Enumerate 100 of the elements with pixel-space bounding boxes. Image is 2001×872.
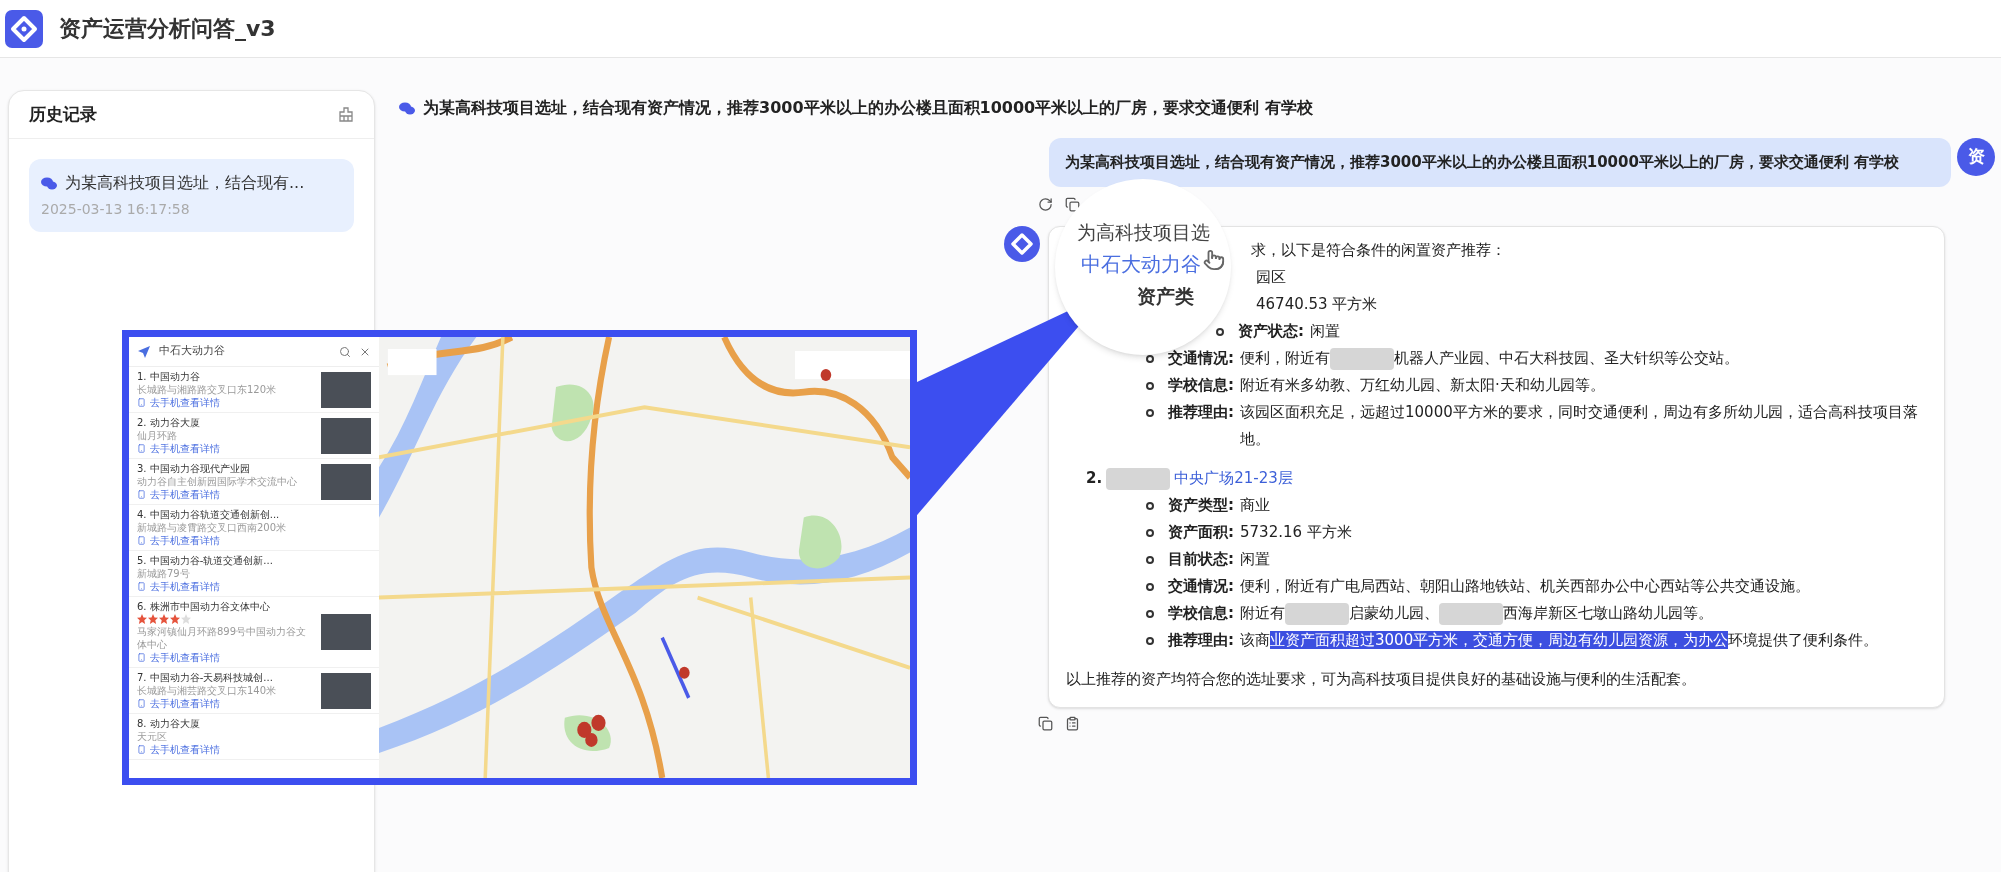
details-link[interactable]: 去手机查看详情: [150, 697, 220, 710]
field-label: 资产类型:: [1168, 495, 1234, 516]
field-label: 资产面积:: [1168, 522, 1234, 543]
magnified-label: 资产类: [1137, 284, 1194, 309]
phone-icon: [137, 444, 146, 453]
result-address: 仙月环路: [137, 429, 178, 442]
answer-intro: 求，以下是符合条件的闲置资产推荐：: [1251, 240, 1506, 261]
field-value: 环境提供了便利条件。: [1728, 631, 1879, 649]
bullet-icon: [1146, 529, 1154, 537]
field-label: 目前状态:: [1168, 549, 1234, 570]
bullet-icon: [1146, 583, 1154, 591]
field-value: 闲置: [1240, 550, 1270, 568]
field-value: 闲置: [1310, 322, 1340, 340]
result-address: 动力谷自主创新园国际学术交流中心: [137, 475, 298, 488]
field-label: 资产状态:: [1238, 321, 1304, 342]
result-address: 新城路与凌霄路交叉口西南200米: [137, 521, 288, 534]
result-title[interactable]: 7. 中国动力谷-天易科技城创...: [137, 671, 313, 684]
details-link[interactable]: 去手机查看详情: [150, 580, 220, 593]
clipboard-icon[interactable]: [1065, 716, 1080, 731]
chat-bubbles-icon: [399, 101, 415, 115]
paper-plane-icon: [137, 344, 151, 359]
field-label: 交通情况:: [1168, 576, 1234, 597]
assistant-avatar-icon: [1004, 226, 1040, 262]
result-address: 长城路与湘路路交叉口东120米: [137, 383, 278, 396]
bullet-icon: [1146, 637, 1154, 645]
result-title[interactable]: 3. 中国动力谷现代产业园: [137, 462, 313, 475]
result-title[interactable]: 1. 中国动力谷: [137, 370, 313, 383]
field-label: 交通情况:: [1168, 348, 1234, 369]
phone-icon: [137, 582, 146, 591]
refresh-icon[interactable]: [1038, 197, 1053, 212]
answer-closing: 以上推荐的资产均符合您的选址要求，可为高科技项目提供良好的基础设施与便利的生活配套。: [1066, 669, 1697, 690]
result-address: 新城路79号: [137, 567, 191, 580]
result-title[interactable]: 8. 动力谷大厦: [137, 717, 371, 730]
field-value: 该商: [1240, 631, 1270, 649]
map-search-field[interactable]: 中石大动力谷: [129, 337, 379, 367]
history-item[interactable]: 为某高科技项目选址，结合现有... 2025-03-13 16:17:58: [29, 159, 354, 232]
result-address: 长城路与湘芸路交叉口东140米: [137, 684, 278, 697]
redaction-block: [1106, 467, 1171, 490]
star-icon: [159, 614, 169, 624]
field-label: 学校信息:: [1168, 375, 1234, 396]
bullet-icon: [1146, 610, 1154, 618]
user-avatar: 资: [1957, 138, 1995, 176]
search-icon[interactable]: [339, 345, 351, 358]
phone-icon: [137, 490, 146, 499]
app-title: 资产运营分析问答_v3: [59, 15, 276, 43]
user-message: 为某高科技项目选址，结合现有资产情况，推荐3000平米以上的办公楼且面积10000平米以上的厂房，要求交通便利 有学校: [1049, 138, 1951, 187]
star-icon: [181, 614, 191, 624]
copy-icon[interactable]: [1038, 716, 1053, 731]
field-value: 机器人产业园、中石大科技园、圣大针织等公交站。: [1394, 349, 1739, 367]
field-value: 商业: [1240, 496, 1270, 514]
field-value: 便利，附近有: [1240, 349, 1330, 367]
field-value: 园区: [1256, 268, 1286, 286]
details-link[interactable]: 去手机查看详情: [150, 534, 220, 547]
result-title[interactable]: 4. 中国动力谷轨道交通创新创...: [137, 508, 371, 521]
redaction-block: [1285, 602, 1349, 625]
chat-bubbles-icon: [41, 176, 57, 190]
result-title[interactable]: 5. 中国动力谷-轨道交通创新...: [137, 554, 371, 567]
result-title[interactable]: 6. 株洲市中国动力谷文体中心: [137, 600, 313, 613]
asset-link[interactable]: 中央广场21-23层: [1174, 465, 1293, 492]
phone-icon: [137, 653, 146, 662]
field-label: 推荐理由:: [1168, 630, 1234, 651]
phone-icon: [137, 745, 146, 754]
broom-icon[interactable]: [338, 106, 354, 123]
redaction-block: [1330, 347, 1394, 370]
details-link[interactable]: 去手机查看详情: [150, 488, 220, 501]
details-link[interactable]: 去手机查看详情: [150, 442, 220, 455]
field-label: 学校信息:: [1168, 603, 1234, 624]
app-logo-icon: [5, 9, 43, 48]
field-value: 该园区面积充足，远超过10000平方米的要求，同时交通便利，周边有多所幼儿园，适合高科技项目落地。: [1240, 403, 1918, 448]
result-title[interactable]: 2. 动力谷大厦: [137, 416, 313, 429]
bullet-icon: [1146, 355, 1154, 363]
star-icon: [170, 614, 180, 624]
result-address: 天元区: [137, 730, 168, 743]
details-link[interactable]: 去手机查看详情: [150, 396, 220, 409]
details-link[interactable]: 去手机查看详情: [150, 743, 220, 756]
field-value: 附近有米多幼教、万红幼儿园、新太阳·天和幼儿园等。: [1240, 376, 1605, 394]
list-number: 2.: [1086, 468, 1103, 489]
field-value: 46740.53 平方米: [1256, 295, 1378, 313]
field-value: 5732.16 平方米: [1240, 523, 1352, 541]
bullet-icon: [1146, 502, 1154, 510]
history-item-time: 2025-03-13 16:17:58: [41, 200, 191, 219]
bullet-icon: [1216, 328, 1224, 336]
field-label: 推荐理由:: [1168, 402, 1234, 423]
copy-icon[interactable]: [1065, 197, 1080, 212]
phone-icon: [137, 699, 146, 708]
star-icon: [148, 614, 158, 624]
history-item-title: 为某高科技项目选址，结合现有...: [65, 172, 305, 194]
asset-link[interactable]: 中石大动力谷: [1077, 251, 1231, 277]
bullet-icon: [1146, 409, 1154, 417]
bullet-icon: [1146, 556, 1154, 564]
panel-title: 历史记录: [29, 102, 97, 126]
hand-pointer-icon: [1203, 249, 1225, 271]
redaction-block: [1439, 602, 1503, 625]
search-value: 中石大动力谷: [159, 343, 226, 360]
phone-icon: [137, 398, 146, 407]
field-value: 西海岸新区七墩山路幼儿园等。: [1503, 604, 1713, 622]
conversation-topic: 为某高科技项目选址，结合现有资产情况，推荐3000平米以上的办公楼且面积10000平米以上的厂房，要求交通便利 有学校: [423, 97, 1313, 119]
details-link[interactable]: 去手机查看详情: [150, 651, 220, 664]
phone-icon: [137, 536, 146, 545]
magnified-text: 为高科技项目选: [1077, 220, 1211, 245]
